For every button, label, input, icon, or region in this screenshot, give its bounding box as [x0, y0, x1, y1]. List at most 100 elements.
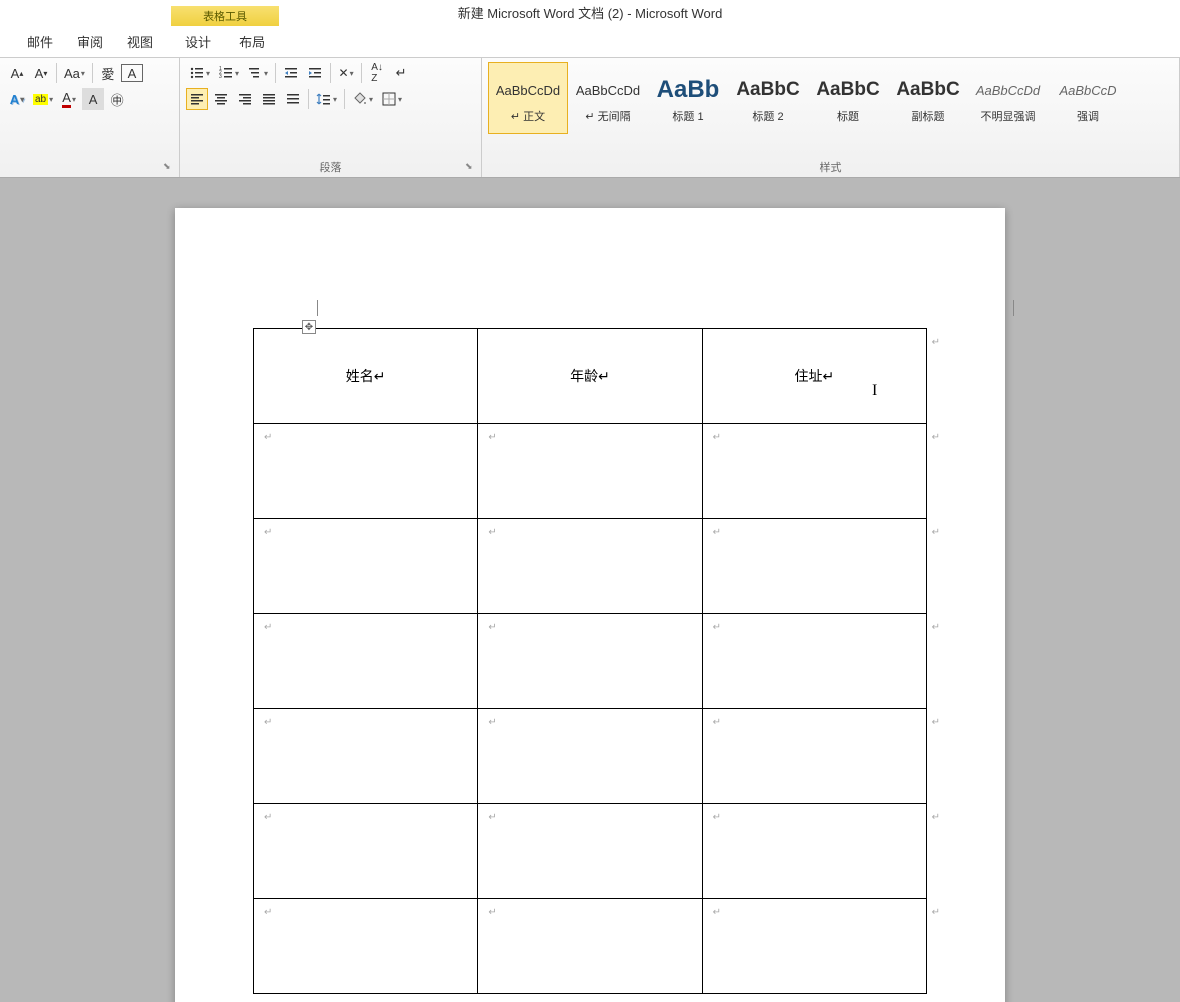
table-cell[interactable]: ↵ [478, 709, 702, 804]
table-cell[interactable]: ↵↵ [702, 519, 926, 614]
asian-layout-button[interactable]: ✕▾ [335, 62, 357, 84]
highlight-button[interactable]: ab▾ [30, 88, 56, 110]
enclose-char-button[interactable]: ㊥ [106, 88, 128, 110]
table-header-cell[interactable]: 住址↵↵ [702, 329, 926, 424]
row-end-mark: ↵ [932, 337, 940, 348]
increase-indent-button[interactable] [304, 62, 326, 84]
table-cell[interactable]: ↵ [254, 899, 478, 994]
paragraph-mark: ↵ [713, 432, 721, 443]
paragraph-mark: ↵ [264, 907, 272, 918]
context-tab-group: 表格工具 设计 布局 [171, 6, 279, 57]
char-border-button[interactable]: A [121, 64, 143, 82]
shading-button[interactable]: ▾ [349, 88, 376, 110]
table-cell[interactable]: ↵ [478, 519, 702, 614]
styles-group-label: 样式 [488, 157, 1173, 175]
tab-mail[interactable]: 邮件 [15, 26, 65, 57]
style-preview: AaBb [657, 72, 720, 108]
style-item-2[interactable]: AaBb标题 1 [648, 62, 728, 134]
paragraph-mark: ↵ [488, 717, 496, 728]
style-name-label: 不明显强调 [981, 108, 1036, 124]
paragraph-mark: ↵ [264, 432, 272, 443]
window-title: 新建 Microsoft Word 文档 (2) - Microsoft Wor… [458, 3, 723, 22]
table-cell[interactable]: ↵↵ [702, 614, 926, 709]
styles-gallery[interactable]: AaBbCcDd↵ 正文AaBbCcDd↵ 无间隔AaBb标题 1AaBbC标题… [488, 62, 1173, 138]
align-left-button[interactable] [186, 88, 208, 110]
text-effects-button[interactable]: A▾ [6, 88, 28, 110]
style-name-label: 标题 [837, 108, 859, 124]
document-table[interactable]: 姓名↵年龄↵住址↵↵↵↵↵↵↵↵↵↵↵↵↵↵↵↵↵↵↵↵↵↵↵↵↵↵ [253, 328, 927, 994]
table-header-cell[interactable]: 姓名↵ [254, 329, 478, 424]
paragraph-dialog-launcher-icon[interactable]: ⬊ [465, 161, 477, 173]
bullets-button[interactable]: ▾ [186, 62, 213, 84]
paragraph-mark: ↵ [713, 717, 721, 728]
style-item-7[interactable]: AaBbCcD强调 [1048, 62, 1128, 134]
change-case-button[interactable]: Aa▾ [61, 62, 88, 84]
table-header-cell[interactable]: 年龄↵ [478, 329, 702, 424]
paragraph-mark: ↵ [488, 432, 496, 443]
table-cell[interactable]: ↵ [478, 614, 702, 709]
char-shading-button[interactable]: A [82, 88, 104, 110]
row-end-mark: ↵ [932, 622, 940, 633]
paragraph-mark: ↵ [264, 717, 272, 728]
style-item-4[interactable]: AaBbC标题 [808, 62, 888, 134]
shrink-font-button[interactable]: A▾ [30, 62, 52, 84]
style-preview: AaBbCcDd [576, 72, 640, 108]
style-item-3[interactable]: AaBbC标题 2 [728, 62, 808, 134]
style-item-6[interactable]: AaBbCcDd不明显强调 [968, 62, 1048, 134]
borders-button[interactable]: ▾ [378, 88, 405, 110]
distribute-button[interactable] [282, 88, 304, 110]
multilevel-list-button[interactable]: ▾ [244, 62, 271, 84]
table-cell[interactable]: ↵ [254, 424, 478, 519]
row-end-mark: ↵ [932, 527, 940, 538]
style-name-label: ↵ 正文 [511, 108, 545, 124]
style-preview: AaBbC [896, 72, 959, 108]
table-header-text: 住址↵ [794, 370, 834, 385]
decrease-indent-button[interactable] [280, 62, 302, 84]
table-cell[interactable]: ↵ [254, 709, 478, 804]
context-tab-header: 表格工具 [171, 6, 279, 26]
table-cell[interactable]: ↵↵ [702, 709, 926, 804]
align-right-button[interactable] [234, 88, 256, 110]
table-cell[interactable]: ↵ [478, 899, 702, 994]
style-name-label: 标题 1 [672, 108, 703, 124]
table-cell[interactable]: ↵↵ [702, 899, 926, 994]
style-name-label: 副标题 [912, 108, 945, 124]
justify-button[interactable] [258, 88, 280, 110]
align-center-button[interactable] [210, 88, 232, 110]
style-name-label: ↵ 无间隔 [585, 108, 630, 124]
style-item-5[interactable]: AaBbC副标题 [888, 62, 968, 134]
phonetic-guide-button[interactable]: 愛 [97, 62, 119, 84]
paragraph-mark: ↵ [264, 622, 272, 633]
table-cell[interactable]: ↵↵ [702, 424, 926, 519]
ribbon-group-paragraph: ▾ 123▾ ▾ ✕▾ A↓Z ↵ ▾ ▾ [180, 58, 482, 177]
table-cell[interactable]: ↵↵ [702, 804, 926, 899]
table-cell[interactable]: ↵ [254, 804, 478, 899]
grow-font-button[interactable]: A▴ [6, 62, 28, 84]
ribbon-group-font: A▴ A▾ Aa▾ 愛 A A▾ ab▾ A▾ A ㊥ ⬊ [0, 58, 180, 177]
ruler-marker-left [317, 300, 318, 316]
tab-table-design[interactable]: 设计 [171, 26, 225, 57]
font-dialog-launcher-icon[interactable]: ⬊ [163, 161, 175, 173]
font-color-button[interactable]: A▾ [58, 88, 80, 110]
paragraph-mark: ↵ [713, 622, 721, 633]
document-area[interactable]: 姓名↵年龄↵住址↵↵↵↵↵↵↵↵↵↵↵↵↵↵↵↵↵↵↵↵↵↵↵↵↵↵ [0, 178, 1180, 1002]
table-header-text: 年龄↵ [570, 370, 610, 385]
table-cell[interactable]: ↵ [478, 804, 702, 899]
style-preview: AaBbCcDd [976, 72, 1040, 108]
table-cell[interactable]: ↵ [254, 614, 478, 709]
ribbon-tabs: 邮件 审阅 视图 表格工具 设计 布局 [0, 24, 1180, 58]
style-item-0[interactable]: AaBbCcDd↵ 正文 [488, 62, 568, 134]
sort-button[interactable]: A↓Z [366, 62, 388, 84]
tab-table-layout[interactable]: 布局 [225, 26, 279, 57]
tab-view[interactable]: 视图 [115, 26, 165, 57]
line-spacing-button[interactable]: ▾ [313, 88, 340, 110]
table-cell[interactable]: ↵ [254, 519, 478, 614]
tab-review[interactable]: 审阅 [65, 26, 115, 57]
page[interactable]: 姓名↵年龄↵住址↵↵↵↵↵↵↵↵↵↵↵↵↵↵↵↵↵↵↵↵↵↵↵↵↵↵ [175, 208, 1005, 1002]
table-header-text: 姓名↵ [346, 370, 386, 385]
style-preview: AaBbCcDd [496, 72, 560, 108]
numbering-button[interactable]: 123▾ [215, 62, 242, 84]
style-item-1[interactable]: AaBbCcDd↵ 无间隔 [568, 62, 648, 134]
table-cell[interactable]: ↵ [478, 424, 702, 519]
show-marks-button[interactable]: ↵ [390, 62, 412, 84]
